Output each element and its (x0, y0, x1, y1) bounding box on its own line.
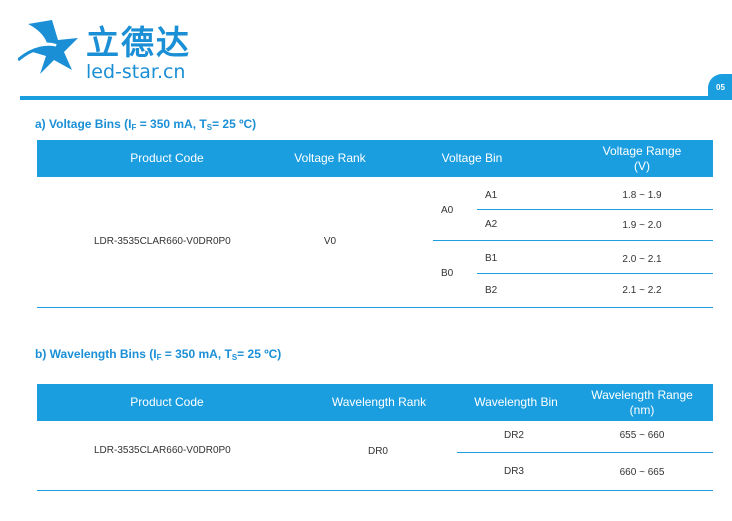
voltage-range-b2: 2.1 ~ 2.2 (622, 285, 662, 296)
voltage-table-header: Product Code Voltage Rank Voltage Bin Vo… (37, 140, 713, 177)
wavelength-header-range: Wavelength Range (nm) (591, 388, 693, 417)
wavelength-row-divider (457, 452, 713, 453)
voltage-bin-b2: B2 (485, 285, 498, 296)
wavelength-bin-dr2: DR2 (503, 430, 524, 441)
voltage-bin-b1: B1 (485, 253, 498, 264)
voltage-header-range: Voltage Range (V) (602, 144, 682, 173)
voltage-row-divider (477, 209, 713, 210)
voltage-group-divider (433, 240, 713, 241)
voltage-product-code: LDR-3535CLAR660-V0DR0P0 (94, 236, 231, 247)
wavelength-table-bottom-rule (37, 490, 713, 491)
voltage-header-product-code: Product Code (130, 151, 204, 165)
voltage-header-bin: Voltage Bin (441, 151, 503, 165)
voltage-range-a2: 1.9 ~ 2.0 (622, 220, 662, 231)
wavelength-product-code: LDR-3535CLAR660-V0DR0P0 (94, 445, 231, 456)
voltage-bin-a1: A1 (485, 190, 498, 201)
voltage-section-title: a) Voltage Bins (IF = 350 mA, TS= 25 ºC) (35, 117, 257, 132)
logo-domain-text: led-star.cn (86, 61, 186, 83)
wavelength-header-product-code: Product Code (130, 395, 204, 409)
wavelength-rank: DR0 (367, 446, 388, 457)
voltage-header-rank: Voltage Rank (294, 151, 366, 165)
wavelength-range-dr2: 655 ~ 660 (619, 430, 665, 441)
voltage-rank: V0 (323, 236, 337, 247)
voltage-bin-a2: A2 (485, 219, 498, 230)
wavelength-section-title: b) Wavelength Bins (IF = 350 mA, TS= 25 … (35, 347, 282, 362)
wavelength-table-header: Product Code Wavelength Rank Wavelength … (37, 384, 713, 421)
voltage-group-b0: B0 (441, 268, 454, 279)
header-rule (20, 96, 712, 100)
voltage-table-bottom-rule (37, 307, 713, 308)
logo-star-icon (18, 20, 78, 74)
wavelength-range-dr3: 660 ~ 665 (619, 467, 665, 478)
wavelength-bin-dr3: DR3 (503, 466, 524, 477)
wavelength-header-bin: Wavelength Bin (474, 395, 558, 409)
voltage-range-b1: 2.0 ~ 2.1 (622, 254, 662, 265)
wavelength-header-rank: Wavelength Rank (331, 395, 427, 409)
page-number: 05 (716, 83, 725, 92)
voltage-group-a0: A0 (441, 205, 454, 216)
voltage-range-a1: 1.8 ~ 1.9 (622, 190, 662, 201)
voltage-row-divider (477, 273, 713, 274)
logo-chinese-text: 立德达 (86, 23, 191, 62)
